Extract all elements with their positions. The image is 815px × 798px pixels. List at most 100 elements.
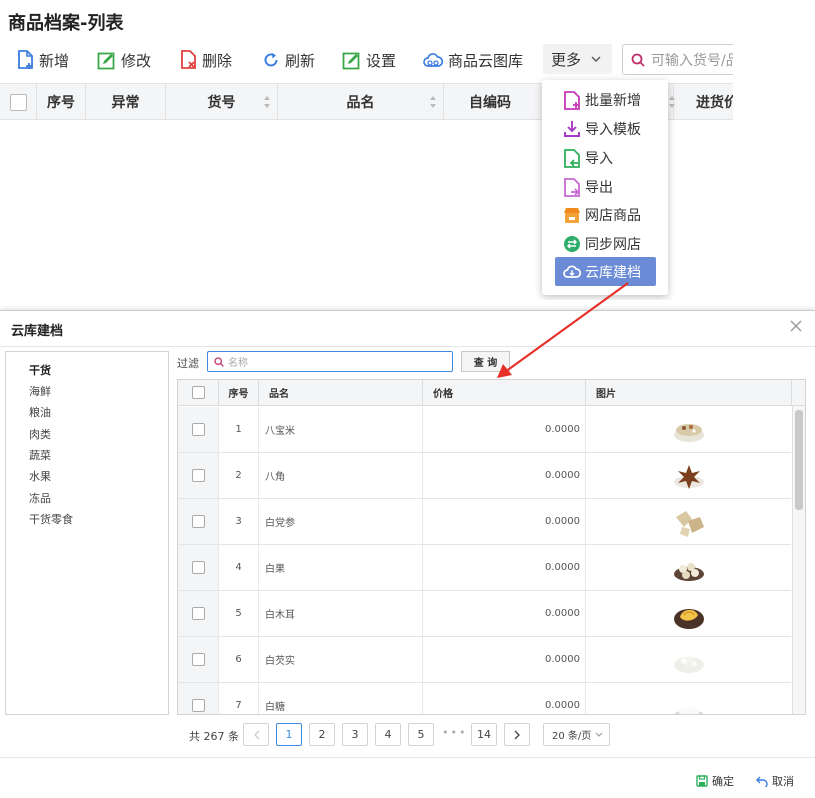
query-button[interactable]: 查 询 <box>461 351 510 372</box>
prev-page-button[interactable] <box>243 723 269 746</box>
add-button[interactable]: 新增 <box>16 48 69 72</box>
menu-item-export[interactable]: 导出 <box>555 174 656 200</box>
row-price: 0.0000 <box>423 453 586 498</box>
col-sku[interactable]: 货号 <box>166 84 278 120</box>
page-ellipsis[interactable]: ••• <box>442 726 467 739</box>
page-size-select[interactable]: 20 条/页 <box>543 723 610 746</box>
refresh-button[interactable]: 刷新 <box>262 48 315 72</box>
menu-item-import-template[interactable]: 导入模板 <box>555 116 656 142</box>
menu-item-sync-shop[interactable]: 同步网店 <box>555 231 656 257</box>
cloud-icon <box>563 265 581 278</box>
select-all-checkbox[interactable] <box>191 386 205 399</box>
category-item[interactable]: 海鲜 <box>29 383 51 399</box>
table-row[interactable]: 3 白党参 0.0000 <box>178 499 791 545</box>
search-icon <box>631 53 645 67</box>
page-button[interactable]: 5 <box>408 723 434 746</box>
row-select-cell[interactable] <box>178 591 219 636</box>
header-price: 价格 <box>423 380 586 405</box>
menu-item-shop-products[interactable]: 网店商品 <box>555 202 656 228</box>
table-row[interactable]: 6 白芡实 0.0000 <box>178 637 791 683</box>
row-checkbox[interactable] <box>191 607 205 620</box>
page-button[interactable]: 3 <box>342 723 368 746</box>
row-checkbox[interactable] <box>191 561 205 574</box>
scrollbar-thumb[interactable] <box>795 410 803 510</box>
row-checkbox[interactable] <box>191 699 205 712</box>
white-fungus-image <box>674 608 704 629</box>
confirm-label: 确定 <box>712 775 734 788</box>
table-row[interactable]: 5 白木耳 0.0000 <box>178 591 791 637</box>
row-price: 0.0000 <box>423 683 586 714</box>
refresh-label: 刷新 <box>285 51 316 70</box>
confirm-button[interactable]: 确定 <box>696 773 734 789</box>
cloud-gallery-button[interactable]: 商品云图库 <box>423 48 523 72</box>
select-all-cell[interactable] <box>0 84 37 120</box>
cancel-button[interactable]: 取消 <box>756 773 794 789</box>
search-input[interactable]: 可输入货号/品名 <box>622 44 733 75</box>
settings-edit-icon <box>342 52 360 69</box>
menu-item-label: 同步网店 <box>585 237 641 253</box>
header-select-all[interactable] <box>178 380 219 405</box>
row-select-cell[interactable] <box>178 545 219 590</box>
table-row[interactable]: 2 八角 0.0000 <box>178 453 791 499</box>
row-index: 6 <box>219 637 259 682</box>
delete-button[interactable]: 删除 <box>179 48 232 72</box>
category-item[interactable]: 干货零食 <box>29 511 73 527</box>
table-row[interactable]: 1 八宝米 0.0000 <box>178 407 791 453</box>
page-button[interactable]: 2 <box>309 723 335 746</box>
row-price: 0.0000 <box>423 499 586 544</box>
select-all-checkbox[interactable] <box>9 93 27 111</box>
row-price: 0.0000 <box>423 407 586 452</box>
fox-nut-image <box>674 655 704 673</box>
category-item[interactable]: 肉类 <box>29 426 51 442</box>
name-filter-input[interactable]: 名称 <box>207 351 453 372</box>
settings-button[interactable]: 设置 <box>342 48 396 72</box>
menu-item-batch-add[interactable]: 批量新增 <box>555 87 656 113</box>
row-select-cell[interactable] <box>178 499 219 544</box>
more-button[interactable]: 更多 <box>543 44 612 74</box>
row-select-cell[interactable] <box>178 453 219 498</box>
next-page-button[interactable] <box>504 723 530 746</box>
row-select-cell[interactable] <box>178 683 219 714</box>
col-name-label: 品名 <box>346 95 375 111</box>
cancel-label: 取消 <box>772 775 794 788</box>
row-select-cell[interactable] <box>178 407 219 452</box>
menu-item-import[interactable]: 导入 <box>555 145 656 171</box>
table-scrollbar[interactable] <box>792 406 805 714</box>
category-item[interactable]: 粮油 <box>29 404 51 420</box>
table-row[interactable]: 7 白糖 0.0000 <box>178 683 791 714</box>
row-price: 0.0000 <box>423 637 586 682</box>
category-item[interactable]: 干货 <box>29 362 51 378</box>
page-button[interactable]: 1 <box>276 723 302 746</box>
menu-item-label: 导入 <box>585 151 613 167</box>
menu-item-cloud-archive[interactable]: 云库建档 <box>555 257 656 286</box>
category-item[interactable]: 蔬菜 <box>29 447 51 463</box>
close-icon[interactable] <box>789 319 803 333</box>
page-button[interactable]: 4 <box>375 723 401 746</box>
undo-icon <box>756 776 768 787</box>
edit-button[interactable]: 修改 <box>97 48 151 72</box>
root-slices-image <box>676 510 704 537</box>
category-item[interactable]: 冻品 <box>29 490 51 506</box>
delete-label: 删除 <box>202 51 233 70</box>
dialog-title: 云库建档 <box>11 324 64 339</box>
row-checkbox[interactable] <box>191 653 205 666</box>
row-image-cell <box>586 499 792 544</box>
edit-icon <box>97 52 115 69</box>
col-name[interactable]: 品名 <box>278 84 444 120</box>
page-button[interactable]: 14 <box>471 723 497 746</box>
row-checkbox[interactable] <box>191 469 205 482</box>
row-select-cell[interactable] <box>178 637 219 682</box>
category-item[interactable]: 水果 <box>29 468 51 484</box>
shop-icon <box>564 207 580 223</box>
row-checkbox[interactable] <box>191 423 205 436</box>
menu-item-label: 网店商品 <box>585 208 641 224</box>
row-checkbox[interactable] <box>191 515 205 528</box>
row-index: 1 <box>219 407 259 452</box>
dialog-header: 云库建档 <box>0 311 815 347</box>
sugar-image <box>674 706 704 714</box>
cloud-product-table: 序号 品名 价格 图片 1 八宝米 0.0000 2 八角 0.0000 3 白党参 0.000… <box>177 379 806 715</box>
row-index: 4 <box>219 545 259 590</box>
table-row[interactable]: 4 白果 0.0000 <box>178 545 791 591</box>
col-purchase-price: 进货价 <box>696 95 733 111</box>
import-icon <box>564 148 580 168</box>
